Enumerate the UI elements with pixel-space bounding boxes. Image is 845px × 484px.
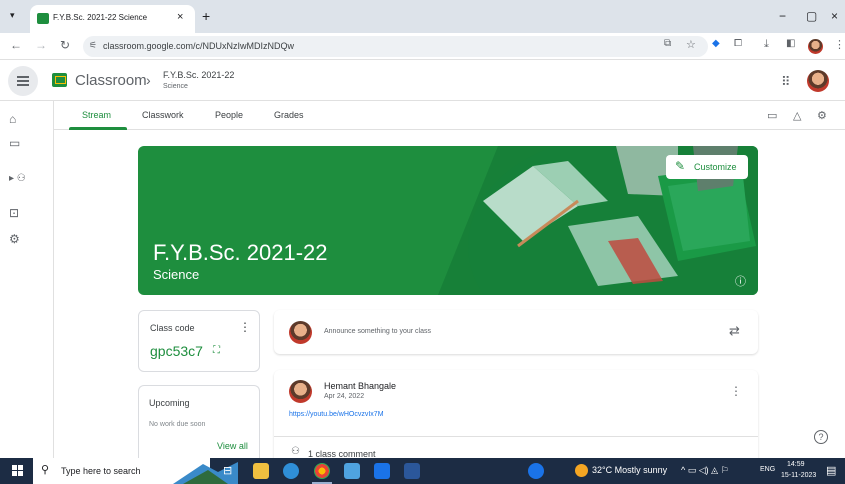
task-view-icon[interactable]: ⊟: [223, 464, 239, 480]
class-code-value: gpc53c7: [150, 343, 203, 359]
minimize-button[interactable]: −: [779, 9, 786, 23]
clock-date[interactable]: 15-11-2023: [781, 472, 816, 479]
profile-avatar-icon[interactable]: [808, 39, 823, 54]
install-app-icon[interactable]: ⧉: [664, 38, 671, 49]
browser-tab-title: F.Y.B.Sc. 2021-22 Science: [53, 13, 148, 22]
divider: [274, 436, 758, 437]
tab-grades[interactable]: Grades: [274, 110, 304, 120]
tab-people[interactable]: People: [215, 110, 243, 120]
search-icon: ⚲: [41, 464, 50, 476]
upcoming-empty-text: No work due soon: [149, 421, 206, 428]
announce-box[interactable]: Announce something to your class ⇄: [274, 310, 758, 354]
clock-time[interactable]: 14:59: [787, 461, 805, 468]
extensions-puzzle-icon[interactable]: ⧠: [734, 38, 742, 49]
help-icon[interactable]: ?: [814, 430, 828, 444]
reuse-post-icon[interactable]: ⇄: [729, 323, 740, 339]
stream-post: Hemant Bhangale Apr 24, 2022 ⋮ https://y…: [274, 370, 758, 465]
taskbar-search[interactable]: ⚲ Type here to search: [33, 458, 238, 484]
chevron-right-icon: ›: [146, 72, 151, 88]
address-url[interactable]: classroom.google.com/c/NDUxNzIwMDIzNDQw: [103, 41, 294, 51]
more-options-icon[interactable]: ⋮: [239, 320, 251, 334]
maximize-button[interactable]: ▢: [806, 9, 817, 23]
system-tray-icons[interactable]: ^ ▭ ◁) ◬ ⚐: [681, 465, 729, 476]
bookmark-star-icon[interactable]: ☆: [686, 38, 696, 51]
windows-taskbar: ⚲ Type here to search ⊟ 32°C Mostly sunn…: [0, 458, 845, 484]
forward-icon[interactable]: →: [35, 38, 47, 52]
banner-title: F.Y.B.Sc. 2021-22: [153, 240, 328, 265]
comments-people-icon: ⚇: [291, 446, 300, 457]
to-do-icon[interactable]: ⊡: [9, 206, 19, 220]
word-icon[interactable]: [404, 463, 420, 479]
upcoming-card: Upcoming No work due soon View all: [138, 385, 260, 465]
close-window-button[interactable]: ×: [831, 9, 838, 23]
back-icon[interactable]: ←: [10, 38, 22, 52]
post-link[interactable]: https://youtu.be/wHOcvzvIx7M: [289, 411, 384, 418]
windows-start-icon[interactable]: [12, 465, 24, 477]
address-bar[interactable]: ⚟ classroom.google.com/c/NDUxNzIwMDIzNDQ…: [83, 36, 708, 57]
post-author: Hemant Bhangale: [324, 381, 397, 391]
weather-sun-icon: [575, 464, 588, 477]
classroom-header: Classroom › F.Y.B.Sc. 2021-22 Science ⠿: [0, 61, 845, 101]
calendar-rail-icon[interactable]: ▭: [9, 136, 20, 150]
view-all-link[interactable]: View all: [217, 441, 248, 451]
chrome-icon[interactable]: [314, 463, 330, 479]
weather-text[interactable]: 32°C Mostly sunny: [592, 465, 667, 475]
app-icon[interactable]: [374, 463, 390, 479]
customize-button[interactable]: ✎ Customize: [666, 155, 748, 179]
customize-label: Customize: [694, 162, 737, 172]
settings-rail-icon[interactable]: ⚙: [9, 232, 20, 246]
account-avatar[interactable]: [807, 70, 829, 92]
home-icon[interactable]: ⌂: [9, 112, 16, 126]
class-code-label: Class code: [150, 323, 195, 333]
upcoming-label: Upcoming: [149, 398, 190, 408]
breadcrumb-class-section: Science: [163, 83, 188, 90]
taskbar-search-placeholder: Type here to search: [61, 466, 141, 476]
announce-placeholder[interactable]: Announce something to your class: [324, 328, 431, 335]
drive-folder-icon[interactable]: △: [793, 109, 801, 122]
app-name[interactable]: Classroom: [75, 72, 147, 89]
settings-gear-icon[interactable]: ⚙: [817, 109, 827, 122]
class-code-card: Class code ⋮ gpc53c7 ⛶: [138, 310, 260, 372]
classroom-favicon-icon: [37, 13, 49, 24]
post-date: Apr 24, 2022: [324, 393, 365, 400]
browser-tab[interactable]: F.Y.B.Sc. 2021-22 Science ×: [30, 5, 195, 33]
tab-close-icon[interactable]: ×: [177, 11, 183, 23]
browser-tab-bar: ▾ F.Y.B.Sc. 2021-22 Science × + − ▢ ×: [0, 0, 845, 33]
calendar-icon[interactable]: ▭: [767, 109, 777, 122]
breadcrumb-class-name[interactable]: F.Y.B.Sc. 2021-22: [163, 70, 234, 80]
books-illustration: [438, 146, 758, 295]
banner-subtitle: Science: [153, 267, 200, 282]
active-tab-indicator: [69, 127, 127, 130]
rail-divider: [53, 101, 54, 458]
address-bar-row: ← → ↻ ⚟ classroom.google.com/c/NDUxNzIwM…: [0, 33, 845, 60]
edge-icon[interactable]: [283, 463, 299, 479]
extension-icon[interactable]: ◆: [712, 38, 720, 49]
browser-menu-icon[interactable]: ⋮: [834, 38, 845, 51]
side-panel-icon[interactable]: ◧: [786, 38, 795, 49]
avatar: [289, 321, 312, 344]
reload-icon[interactable]: ↻: [60, 38, 70, 52]
classroom-logo-icon[interactable]: [52, 73, 67, 87]
file-explorer-icon[interactable]: [253, 463, 269, 479]
download-icon[interactable]: ⤓: [764, 38, 769, 51]
assistant-icon[interactable]: [528, 463, 544, 479]
main-menu-button[interactable]: [8, 66, 38, 96]
google-apps-icon[interactable]: ⠿: [781, 74, 791, 90]
enrolled-people-icon[interactable]: ▸ ⚇: [9, 173, 26, 184]
language-indicator[interactable]: ENG: [760, 466, 775, 473]
new-tab-button[interactable]: +: [202, 8, 210, 24]
post-more-icon[interactable]: ⋮: [730, 384, 742, 398]
tab-classwork[interactable]: Classwork: [142, 110, 184, 120]
tab-stream[interactable]: Stream: [82, 110, 111, 120]
store-icon[interactable]: [344, 463, 360, 479]
tab-search-icon[interactable]: ▾: [10, 10, 15, 21]
notification-icon[interactable]: ▤: [826, 464, 836, 477]
pencil-icon: ✎: [675, 159, 686, 173]
info-icon[interactable]: ⓘ: [735, 273, 746, 289]
author-avatar: [289, 380, 312, 403]
class-banner: F.Y.B.Sc. 2021-22 Science ✎ Customize ⓘ: [138, 146, 758, 295]
class-tabs: Stream Classwork People Grades ▭ △ ⚙: [53, 101, 845, 130]
site-info-icon[interactable]: ⚟: [89, 40, 97, 51]
fullscreen-icon[interactable]: ⛶: [213, 345, 220, 356]
